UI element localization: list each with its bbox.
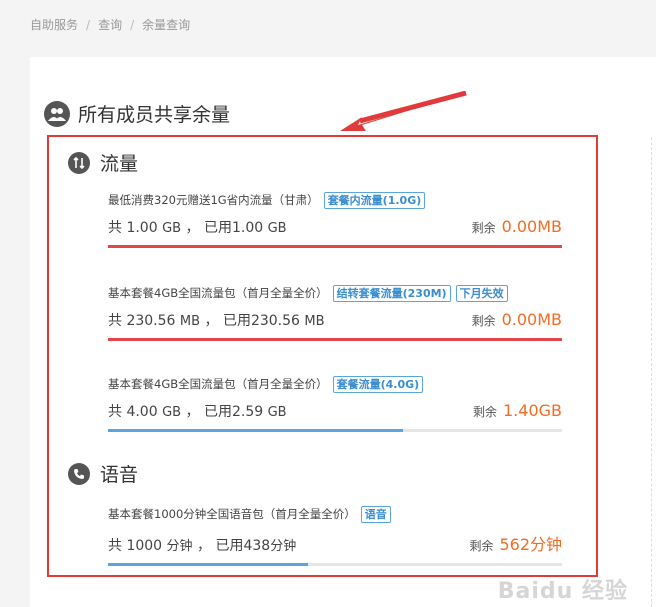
usage-bar-fill [108,245,562,248]
item-name: 基本套餐1000分钟全国语音包（首月全量全价） [108,507,356,521]
usage-bar [108,338,562,341]
total-prefix: 共 [108,313,122,329]
voice-title: 语音 [100,464,139,486]
usage-bar-fill [108,429,404,432]
annotation-arrow-icon [340,91,467,131]
group-icon [44,100,70,127]
remain-value: 1.40GB [503,401,562,420]
remain-value: 562分钟 [499,535,562,554]
breadcrumb-self-service[interactable]: 自助服务 [30,16,78,33]
package-tag: 结转套餐流量(230M) [332,284,451,302]
list-item: 基本套餐4GB全国流量包（首月全量全价） 套餐流量(4.0G) 共 4.00 G… [108,375,562,432]
divider [651,137,652,607]
total-unit: 分钟 [166,539,193,554]
page: 自助服务 / 查询 / 余量查询 所有成员共享余量 流量 最低消费320元赠送1… [0,0,656,607]
balance-card: 所有成员共享余量 流量 最低消费320元赠送1G省内流量（甘肃） 套餐内流量(1… [30,57,656,607]
remain-value: 0.00MB [501,217,562,236]
total-value: 230.56 [126,313,176,329]
flow-group-header: 流量 [68,149,138,176]
used-prefix: ， 已用 [197,538,244,554]
used-unit: MB [304,314,325,329]
section-title-text: 所有成员共享余量 [78,104,231,126]
total-unit: MB [179,314,201,329]
item-name: 基本套餐4GB全国流量包（首月全量全价） [108,377,328,391]
remain-label: 剩余 [471,221,496,235]
used-value: 1.00 [231,220,264,236]
used-value: 230.56 [250,313,300,329]
voice-group-header: 语音 [68,460,138,487]
used-unit: 分钟 [270,539,297,554]
remain-label: 剩余 [472,405,497,419]
flow-title: 流量 [100,153,139,175]
list-item: 基本套餐1000分钟全国语音包（首月全量全价） 语音 共 1000 分钟 ， 已… [108,505,562,566]
item-name: 最低消费320元赠送1G省内流量（甘肃） [108,193,319,207]
package-tag: 套餐流量(4.0G) [332,375,424,393]
used-prefix: ， 已用 [185,404,232,420]
list-item: 最低消费320元赠送1G省内流量（甘肃） 套餐内流量(1.0G) 共 1.00 … [108,191,562,248]
usage-bar-fill [108,338,562,341]
remain-value: 0.00MB [501,310,562,329]
used-prefix: ， 已用 [204,313,251,329]
updown-arrows-icon [68,151,90,174]
total-prefix: 共 [108,220,122,236]
total-unit: GB [162,221,182,236]
breadcrumb: 自助服务 / 查询 / 余量查询 [30,16,190,33]
total-value: 1000 [126,538,163,554]
total-prefix: 共 [108,538,122,554]
usage-bar [108,245,562,248]
breadcrumb-query[interactable]: 查询 [98,16,122,33]
used-value: 2.59 [231,404,264,420]
list-item: 基本套餐4GB全国流量包（首月全量全价） 结转套餐流量(230M) 下月失效 共… [108,284,562,341]
total-value: 1.00 [126,220,158,236]
breadcrumb-current: 余量查询 [142,18,191,32]
usage-bar [108,563,562,566]
watermark: Baidu 经验 [497,579,628,604]
breadcrumb-separator: / [86,17,91,32]
section-title: 所有成员共享余量 [44,100,230,127]
used-prefix: ， 已用 [185,220,232,236]
total-value: 4.00 [126,404,158,420]
expiry-tag: 下月失效 [455,284,508,302]
package-tag: 套餐内流量(1.0G) [323,191,426,209]
used-value: 438 [243,538,271,554]
package-tag: 语音 [360,505,391,523]
breadcrumb-separator: / [130,17,135,32]
used-unit: GB [267,405,287,420]
total-unit: GB [162,405,182,420]
remain-label: 剩余 [469,539,494,553]
usage-bar-fill [108,563,308,566]
remain-label: 剩余 [471,314,496,328]
phone-icon [68,462,90,485]
used-unit: GB [267,221,287,236]
item-name: 基本套餐4GB全国流量包（首月全量全价） [108,286,328,300]
usage-bar [108,429,562,432]
total-prefix: 共 [108,404,122,420]
